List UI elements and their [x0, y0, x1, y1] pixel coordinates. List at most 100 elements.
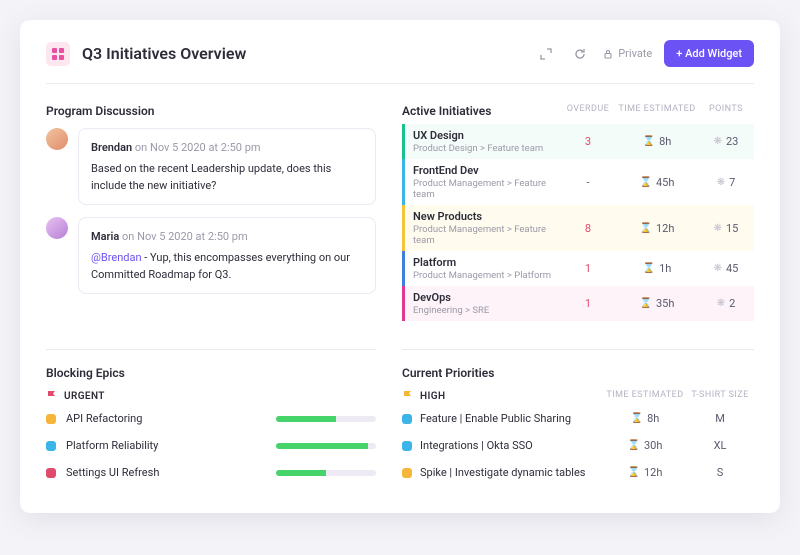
section-title: Program Discussion: [46, 104, 376, 118]
epic-row[interactable]: Settings UI Refresh: [46, 466, 376, 479]
time-value: 30h: [644, 439, 662, 452]
comment-timestamp: Nov 5 2020 at 2:50 pm: [150, 141, 261, 154]
time-value: 1h: [659, 262, 671, 275]
divider: [402, 349, 754, 350]
comment-text: Based on the recent Leadership update, d…: [91, 160, 363, 194]
comment: Brendan on Nov 5 2020 at 2:50 pm Based o…: [46, 128, 376, 205]
epic-name: Settings UI Refresh: [66, 466, 159, 479]
badge-icon: ❋: [714, 263, 722, 274]
overdue-value: 1: [560, 262, 616, 275]
comment-timestamp: Nov 5 2020 at 2:50 pm: [137, 230, 248, 243]
comment-author: Maria: [91, 230, 119, 243]
color-dot: [46, 441, 56, 451]
hourglass-icon: ⌛: [640, 223, 652, 234]
page-title: Q3 Initiatives Overview: [82, 44, 246, 63]
badge-icon: ❋: [714, 223, 722, 234]
expand-button[interactable]: [535, 43, 557, 65]
size-value: M: [686, 412, 754, 425]
col-overdue: OVERDUE: [560, 104, 616, 118]
progress-bar: [276, 470, 376, 476]
initiative-row[interactable]: FrontEnd DevProduct Management > Feature…: [402, 159, 754, 205]
color-dot: [402, 468, 412, 478]
comment-body[interactable]: Brendan on Nov 5 2020 at 2:50 pm Based o…: [78, 128, 376, 205]
col-size: T-SHIRT SIZE: [686, 390, 754, 402]
dashboard-card: Q3 Initiatives Overview Private + Add Wi…: [20, 20, 780, 513]
initiative-row[interactable]: UX DesignProduct Design > Feature team 3…: [402, 124, 754, 159]
priority-tag: HIGH: [420, 391, 445, 402]
avatar: [46, 128, 68, 150]
epic-row[interactable]: Platform Reliability: [46, 439, 376, 452]
divider: [46, 349, 376, 350]
col-points: POINTS: [698, 104, 754, 118]
avatar: [46, 217, 68, 239]
overdue-value: 3: [560, 135, 616, 148]
hourglass-icon: ⌛: [640, 298, 652, 309]
flag-icon: [402, 390, 414, 402]
priority-row[interactable]: Feature | Enable Public Sharing ⌛ 8h M: [402, 412, 754, 425]
initiative-row[interactable]: PlatformProduct Management > Platform 1 …: [402, 251, 754, 286]
hourglass-icon: ⌛: [643, 136, 655, 147]
color-dot: [402, 441, 412, 451]
privacy-label: Private: [618, 47, 652, 60]
lock-icon: [603, 49, 613, 59]
color-dot: [402, 414, 412, 424]
comment-body[interactable]: Maria on Nov 5 2020 at 2:50 pm @Brendan …: [78, 217, 376, 294]
col-time: TIME ESTIMATED: [604, 390, 686, 402]
col-time: TIME ESTIMATED: [616, 104, 698, 118]
add-widget-button[interactable]: + Add Widget: [664, 40, 754, 67]
epic-row[interactable]: API Refactoring: [46, 412, 376, 425]
dashboard-icon: [46, 42, 70, 66]
current-priorities-section: Current Priorities HIGH TIME ESTIMATED T…: [402, 345, 754, 493]
priority-tag: URGENT: [64, 391, 105, 402]
overdue-value: 1: [560, 297, 616, 310]
overdue-value: 8: [560, 222, 616, 235]
color-dot: [46, 468, 56, 478]
progress-bar: [276, 416, 376, 422]
section-title: Blocking Epics: [46, 366, 376, 380]
points-value: 15: [726, 222, 738, 235]
time-value: 45h: [656, 176, 674, 189]
badge-icon: ❋: [714, 136, 722, 147]
initiative-row[interactable]: DevOpsEngineering > SRE 1 ⌛35h ❋2: [402, 286, 754, 321]
time-value: 35h: [656, 297, 674, 310]
priority-name: Integrations | Okta SSO: [420, 439, 533, 452]
hourglass-icon: ⌛: [628, 467, 640, 478]
active-initiatives-section: Active Initiatives OVERDUE TIME ESTIMATE…: [402, 104, 754, 321]
privacy-indicator[interactable]: Private: [603, 47, 652, 60]
time-value: 12h: [656, 222, 674, 235]
header: Q3 Initiatives Overview Private + Add Wi…: [46, 40, 754, 84]
epic-name: Platform Reliability: [66, 439, 158, 452]
badge-icon: ❋: [717, 298, 725, 309]
size-value: S: [686, 466, 754, 479]
color-dot: [46, 414, 56, 424]
hourglass-icon: ⌛: [640, 177, 652, 188]
points-value: 23: [726, 135, 738, 148]
time-value: 8h: [659, 135, 671, 148]
priority-name: Spike | Investigate dynamic tables: [420, 466, 585, 479]
comment: Maria on Nov 5 2020 at 2:50 pm @Brendan …: [46, 217, 376, 294]
priority-name: Feature | Enable Public Sharing: [420, 412, 571, 425]
priority-row[interactable]: Spike | Investigate dynamic tables ⌛12h …: [402, 466, 754, 479]
section-title: Active Initiatives: [402, 104, 560, 118]
initiative-row[interactable]: New ProductsProduct Management > Feature…: [402, 205, 754, 251]
hourglass-icon: ⌛: [643, 263, 655, 274]
time-value: 12h: [644, 466, 662, 479]
time-value: 8h: [647, 412, 659, 425]
section-title: Current Priorities: [402, 366, 754, 380]
refresh-button[interactable]: [569, 43, 591, 65]
badge-icon: ❋: [717, 177, 725, 188]
comment-author: Brendan: [91, 141, 132, 154]
points-value: 7: [729, 176, 735, 189]
hourglass-icon: ⌛: [628, 440, 640, 451]
flag-icon: [46, 390, 58, 402]
hourglass-icon: ⌛: [631, 413, 643, 424]
blocking-epics-section: Blocking Epics URGENT API Refactoring Pl…: [46, 345, 376, 493]
program-discussion-section: Program Discussion Brendan on Nov 5 2020…: [46, 104, 376, 321]
points-value: 45: [726, 262, 738, 275]
epic-name: API Refactoring: [66, 412, 142, 425]
priority-row[interactable]: Integrations | Okta SSO ⌛ 30h XL: [402, 439, 754, 452]
mention[interactable]: @Brendan: [91, 251, 142, 264]
size-value: XL: [686, 439, 754, 452]
points-value: 2: [729, 297, 735, 310]
progress-bar: [276, 443, 376, 449]
